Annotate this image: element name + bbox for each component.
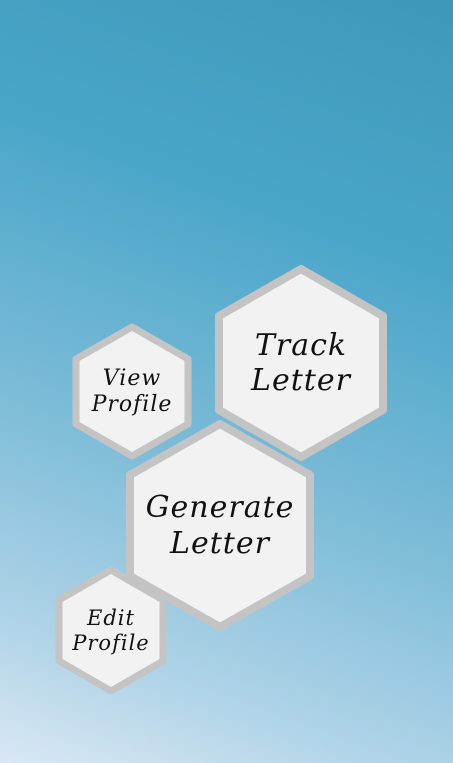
view-profile-line1: View — [102, 365, 162, 391]
view-profile-line2: Profile — [91, 391, 173, 417]
edit-profile-label: Edit Profile — [55, 566, 167, 697]
generate-letter-line2: Letter — [170, 525, 270, 561]
home-screen: { "menu": { "track_letter": { "line1": "… — [0, 0, 453, 763]
edit-profile-line1: Edit — [87, 605, 135, 630]
edit-profile-button[interactable]: Edit Profile — [55, 566, 167, 695]
generate-letter-line1: Generate — [145, 490, 295, 526]
edit-profile-line2: Profile — [72, 630, 150, 655]
track-letter-line2: Letter — [251, 363, 351, 398]
track-letter-line1: Track — [254, 327, 348, 363]
